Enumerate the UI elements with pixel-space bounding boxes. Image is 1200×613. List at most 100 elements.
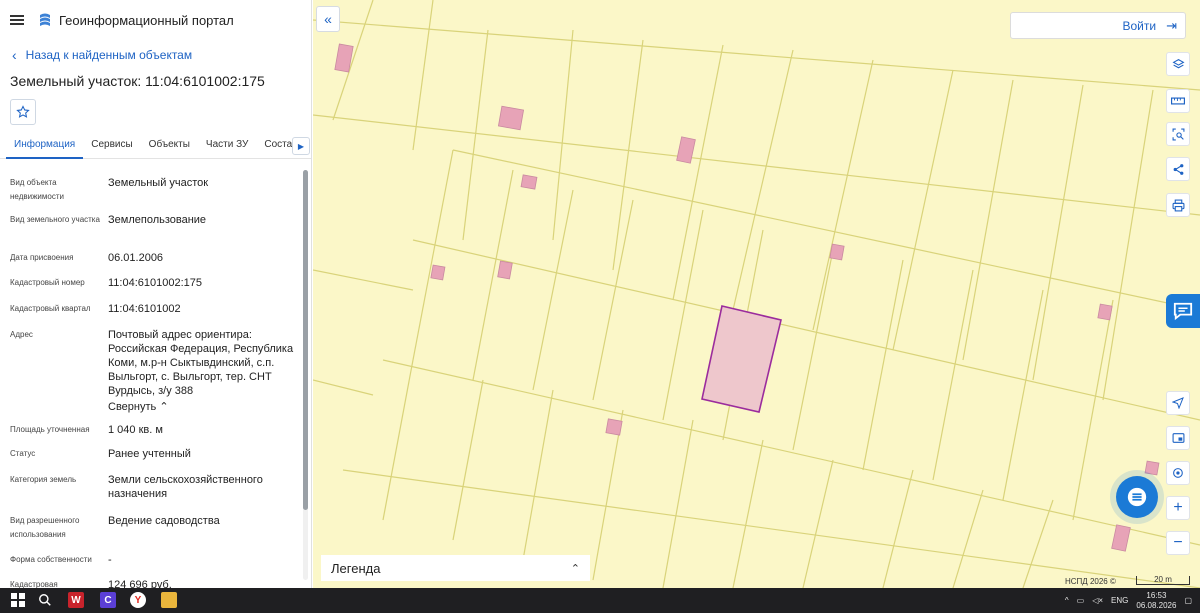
search-icon[interactable]: [37, 592, 53, 608]
tab-scroll-right-button[interactable]: ▶: [292, 137, 310, 155]
file-explorer-icon[interactable]: [161, 592, 177, 608]
map-canvas[interactable]: « Войти ⇥ + − Легенда ⌃ НСПД 2026 © 20 m: [313, 0, 1200, 588]
login-label: Войти: [1122, 18, 1157, 33]
double-chevron-left-icon: «: [324, 11, 332, 27]
chevron-up-icon[interactable]: ^: [1065, 596, 1069, 605]
zoom-in-button[interactable]: +: [1166, 496, 1190, 520]
legend-label: Легенда: [331, 560, 381, 576]
share-icon: [1173, 163, 1183, 175]
selected-parcel: [701, 305, 782, 413]
legend-panel[interactable]: Легенда ⌃: [321, 555, 590, 581]
minus-icon: −: [1173, 534, 1183, 551]
yandex-browser-icon[interactable]: Y: [130, 592, 146, 608]
favorite-button[interactable]: [10, 99, 36, 125]
property-value: 11:04:6101002: [108, 303, 181, 315]
property-key: Вид объекта недвижимости: [10, 178, 64, 201]
building: [497, 105, 525, 131]
property-value: 1 040 кв. м: [108, 424, 163, 436]
map-attribution: НСПД 2026 ©: [1065, 577, 1116, 586]
parcel-boundaries: [313, 0, 1200, 588]
property-key: Площадь уточненная: [10, 425, 90, 434]
chat-bubble-icon: [1173, 302, 1193, 321]
property-value: Ранее учтенный: [108, 448, 191, 460]
app-icon-w[interactable]: W: [68, 592, 84, 608]
printer-icon: [1172, 199, 1184, 211]
zoom-out-button[interactable]: −: [1166, 531, 1190, 555]
star-icon: [16, 105, 30, 118]
language-indicator[interactable]: ENG: [1111, 596, 1128, 605]
building: [676, 136, 696, 164]
property-key: Категория земель: [10, 475, 77, 484]
basemap-button[interactable]: [1166, 426, 1190, 450]
system-tray: ^ ▭ ◁× ENG 16:53 06.08.2026 ▢: [1065, 588, 1192, 613]
target-search-icon: [1172, 467, 1183, 478]
building: [605, 418, 623, 436]
picture-in-picture-icon: [1172, 433, 1184, 443]
property-value: Почтовый адрес ориентира: Российская Фед…: [108, 329, 294, 397]
scale-bar: 20 m: [1136, 576, 1190, 585]
building: [829, 243, 845, 261]
sidebar: Геоинформационный портал ‹ Назад к найде…: [0, 0, 312, 588]
locate-button[interactable]: [1166, 391, 1190, 415]
notifications-icon[interactable]: ▢: [1184, 596, 1192, 605]
back-link-label: Назад к найденным объектам: [25, 48, 193, 62]
property-key: Вид земельного участка: [10, 215, 100, 224]
clock-time: 16:53: [1146, 590, 1167, 600]
collapse-address-label: Свернуть: [108, 401, 157, 413]
property-key: Кадастровый номер: [10, 278, 85, 287]
tab-services[interactable]: Сервисы: [83, 135, 140, 159]
collapse-sidebar-button[interactable]: «: [316, 6, 340, 32]
login-button[interactable]: Войти ⇥: [1010, 12, 1186, 39]
area-search-icon: [1172, 128, 1184, 140]
support-chat-button[interactable]: [1166, 294, 1200, 328]
property-value: Землепользование: [108, 214, 207, 226]
building: [1111, 524, 1131, 552]
area-select-button[interactable]: [1166, 122, 1190, 146]
building: [497, 260, 513, 280]
search-by-point-button[interactable]: [1166, 461, 1190, 485]
network-icon[interactable]: ▭: [1077, 596, 1085, 605]
property-value: Земли сельскохозяйственного назначения: [108, 474, 263, 500]
share-button[interactable]: [1166, 157, 1190, 181]
clock-date: 06.08.2026: [1136, 600, 1177, 610]
property-key: Кадастровый квартал: [10, 304, 91, 313]
property-key: Вид разрешенного использования: [10, 516, 80, 539]
tab-bar: Информация Сервисы Объекты Части ЗУ Сост…: [0, 135, 311, 159]
building: [520, 174, 538, 190]
property-key: Кадастровая: [10, 580, 58, 588]
sidebar-topbar: Геоинформационный портал: [0, 0, 311, 40]
volume-icon[interactable]: ◁×: [1092, 596, 1103, 605]
collapse-address-link[interactable]: Свернуть ⌃: [108, 400, 294, 414]
chevron-up-icon: ⌃: [159, 401, 169, 413]
portal-logo-icon: [40, 13, 50, 26]
property-key: Форма собственности: [10, 555, 92, 564]
building-footprints: [334, 43, 1160, 552]
message-lines-icon: [1127, 487, 1147, 507]
tab-objects[interactable]: Объекты: [141, 135, 198, 159]
property-value: -: [108, 554, 112, 566]
property-value: 124 696 руб.: [108, 579, 172, 588]
building: [1097, 303, 1113, 321]
property-value: 06.01.2006: [108, 252, 164, 264]
property-value: Ведение садоводства: [108, 515, 220, 527]
menu-icon[interactable]: [10, 15, 24, 25]
app-icon-c[interactable]: C: [100, 592, 116, 608]
ruler-icon: [1171, 97, 1185, 105]
building: [1144, 460, 1160, 476]
sidebar-scrollbar[interactable]: [303, 170, 308, 580]
tab-info[interactable]: Информация: [6, 135, 84, 159]
clock[interactable]: 16:53 06.08.2026: [1136, 591, 1176, 611]
navigation-arrow-icon: [1172, 397, 1184, 409]
back-link[interactable]: ‹ Назад к найденным объектам: [0, 40, 311, 70]
assistant-button[interactable]: [1116, 476, 1158, 518]
chevron-left-icon: ‹: [12, 47, 17, 63]
windows-start-icon[interactable]: [10, 592, 26, 608]
property-value: 11:04:6101002:175: [108, 277, 202, 289]
layers-button[interactable]: [1166, 52, 1190, 76]
scrollbar-thumb[interactable]: [303, 170, 308, 510]
print-button[interactable]: [1166, 193, 1190, 217]
measure-button[interactable]: [1166, 89, 1190, 113]
login-icon: ⇥: [1166, 17, 1177, 33]
property-key: Дата присвоения: [10, 253, 74, 262]
tab-parts[interactable]: Части ЗУ: [198, 135, 256, 159]
